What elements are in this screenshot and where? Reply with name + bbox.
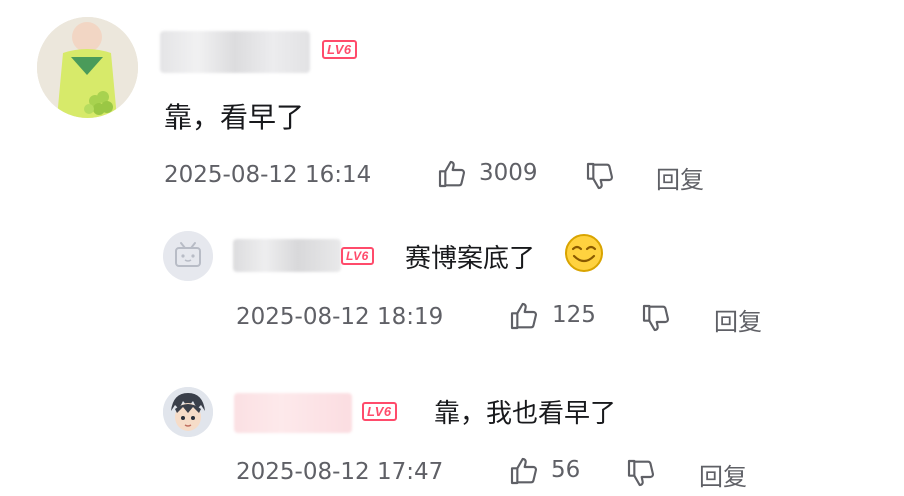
comment-time: 2025-08-12 16:14 <box>164 162 372 188</box>
avatar[interactable] <box>37 17 138 118</box>
thumbs-up-icon[interactable] <box>508 455 540 487</box>
username-blurred[interactable] <box>233 239 341 272</box>
thumbs-down-icon[interactable] <box>584 160 616 192</box>
reply-text: 靠，我也看早了 <box>434 399 617 429</box>
level-badge: LV6 <box>322 40 357 59</box>
username-blurred[interactable] <box>160 31 310 73</box>
reply-text: 赛博案底了 <box>405 244 536 274</box>
reply-button[interactable]: 回复 <box>656 160 704 195</box>
smile-emoji-icon <box>563 232 605 274</box>
avatar[interactable] <box>163 387 213 437</box>
reply-time: 2025-08-12 17:47 <box>236 459 444 485</box>
like-count: 56 <box>551 457 581 483</box>
level-badge: LV6 <box>341 247 374 265</box>
thumbs-up-icon[interactable] <box>436 158 468 190</box>
avatar[interactable] <box>163 231 213 281</box>
reply-button[interactable]: 回复 <box>699 457 747 492</box>
thumbs-down-icon[interactable] <box>625 457 657 489</box>
reply-time: 2025-08-12 18:19 <box>236 304 444 330</box>
username-blurred[interactable] <box>234 393 352 433</box>
thumbs-up-icon[interactable] <box>508 300 540 332</box>
thumbs-down-icon[interactable] <box>640 302 672 334</box>
comment-text: 靠，看早了 <box>164 101 305 134</box>
reply-button[interactable]: 回复 <box>714 302 762 337</box>
like-count: 125 <box>552 302 596 328</box>
like-count: 3009 <box>479 160 538 186</box>
level-badge: LV6 <box>362 402 397 421</box>
